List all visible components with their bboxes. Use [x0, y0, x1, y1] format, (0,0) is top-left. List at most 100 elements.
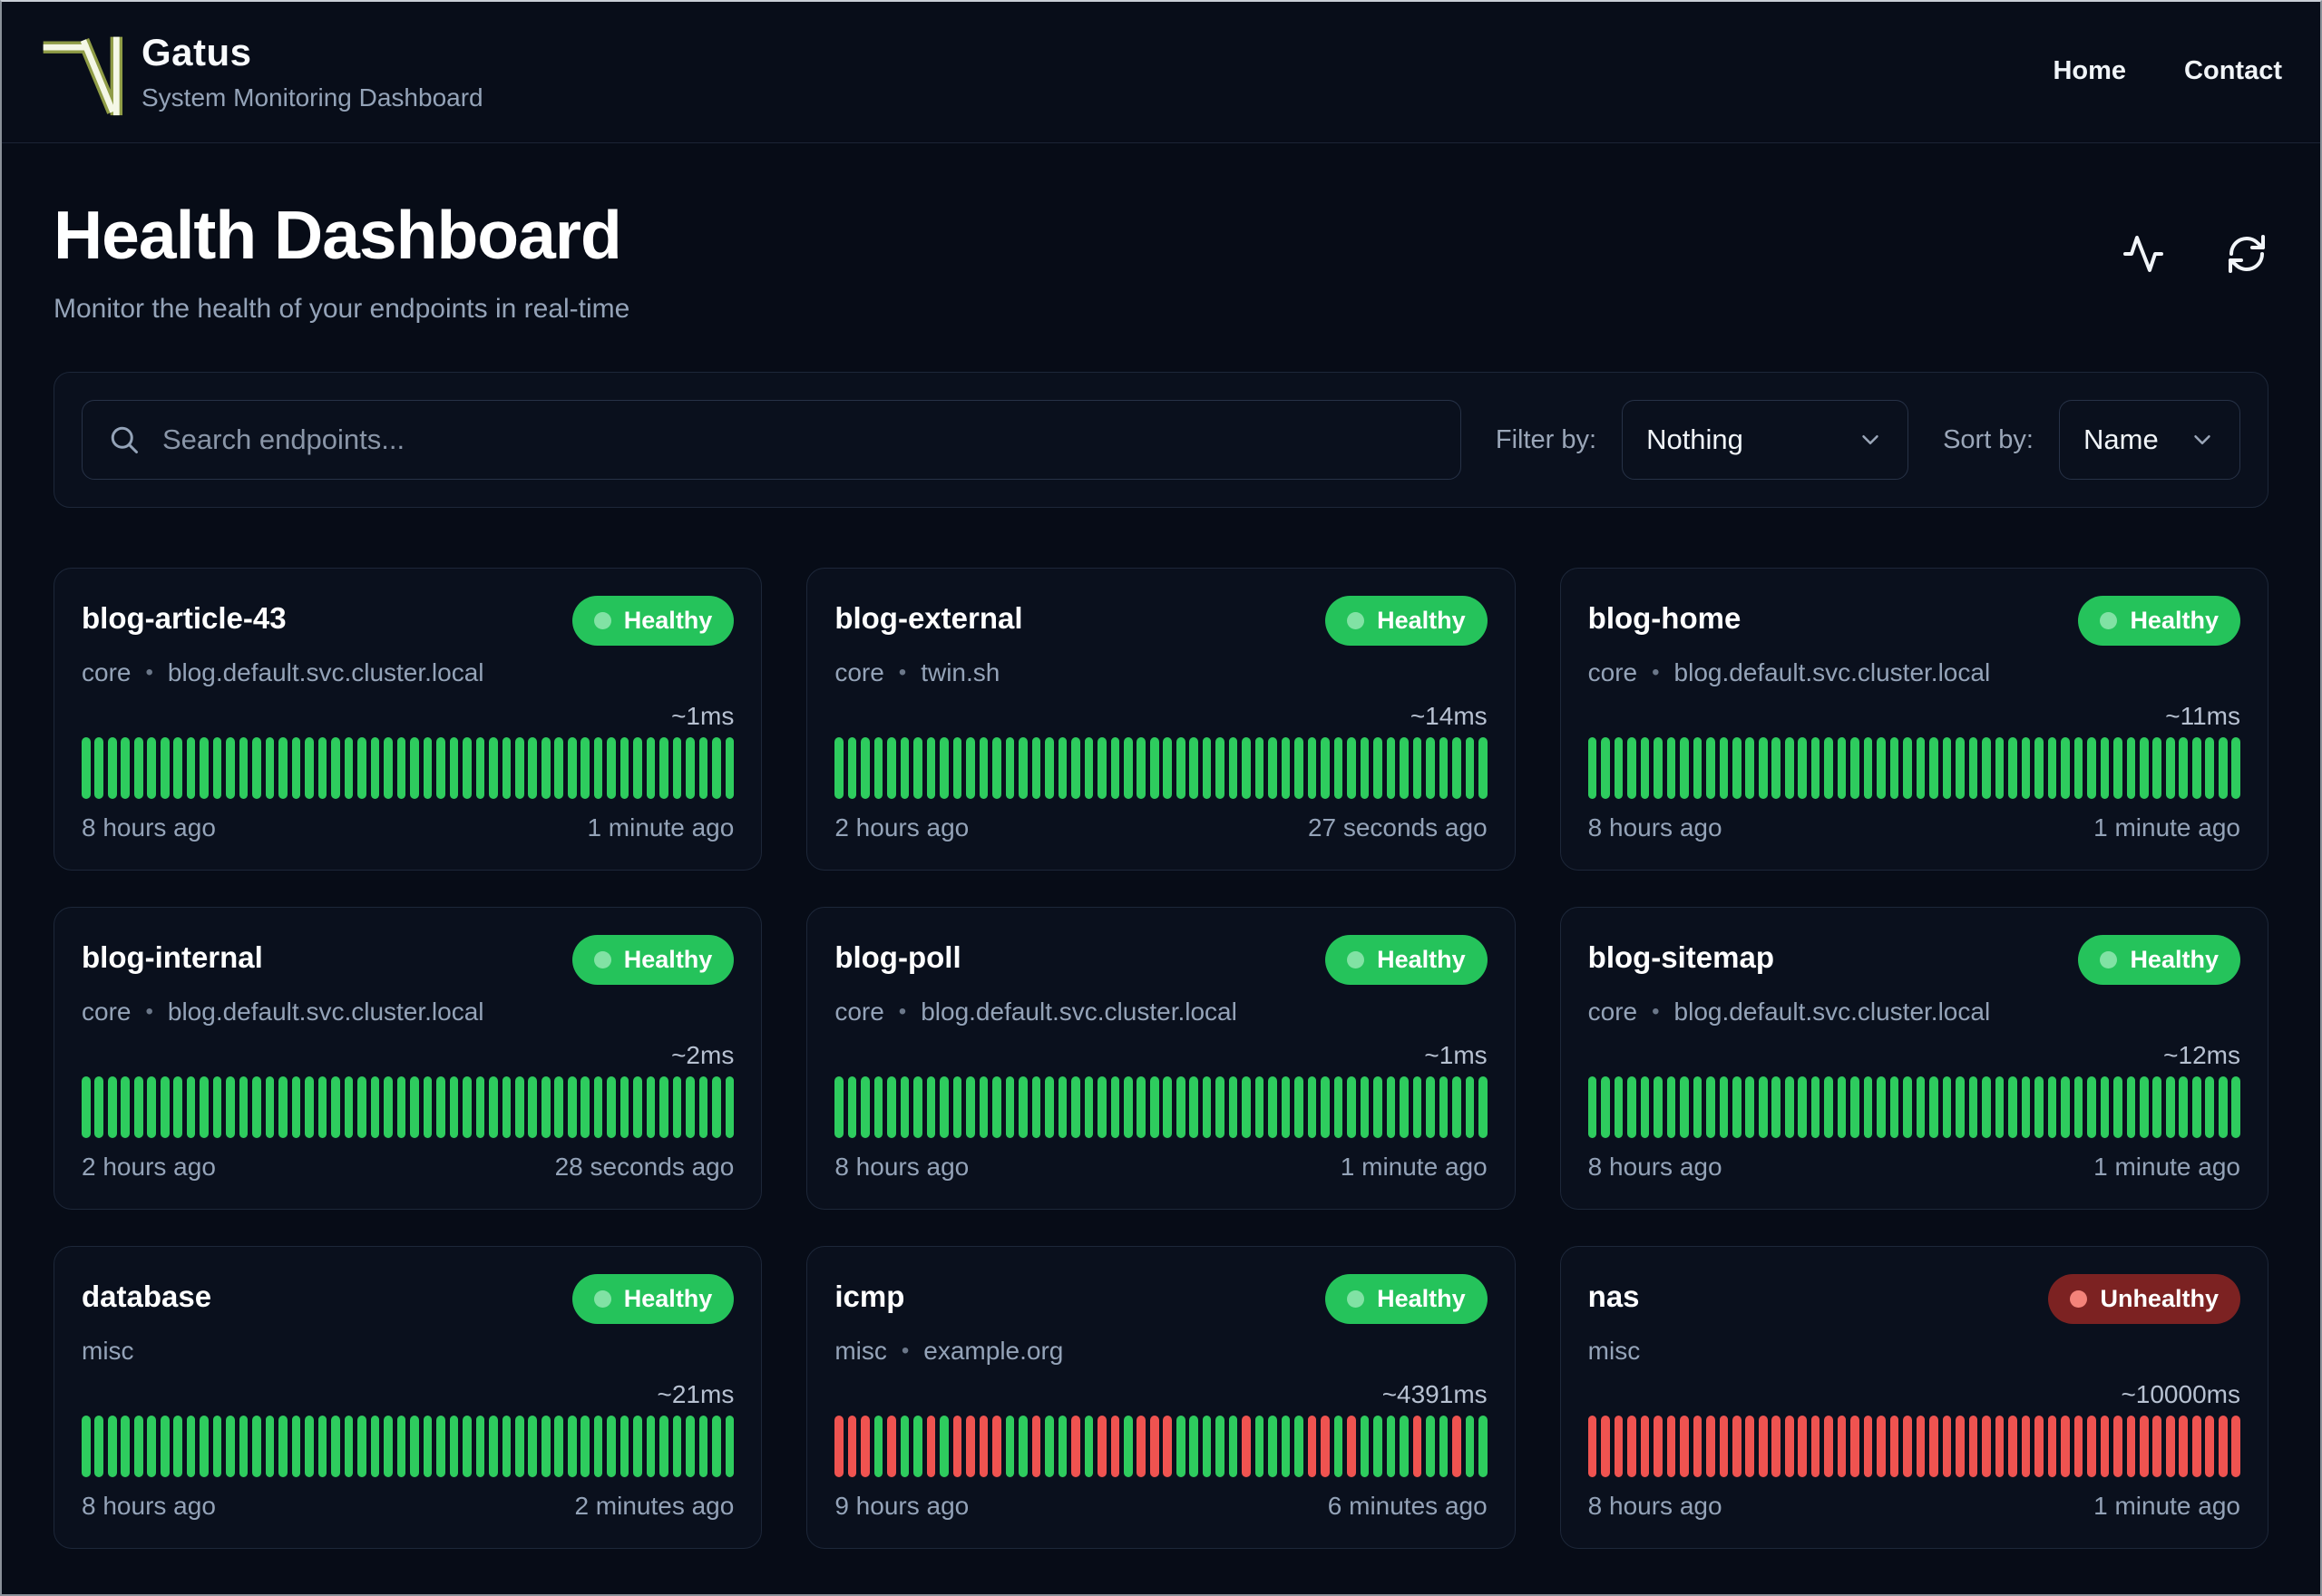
health-bar-up[interactable]: [1019, 1416, 1028, 1477]
health-bar-up[interactable]: [1149, 1076, 1159, 1138]
health-bar-up[interactable]: [1373, 1076, 1382, 1138]
health-bar-up[interactable]: [567, 1416, 577, 1477]
health-bar-up[interactable]: [686, 1076, 695, 1138]
health-bar-up[interactable]: [2113, 737, 2122, 799]
health-bar-up[interactable]: [1058, 1076, 1068, 1138]
health-bar-up[interactable]: [554, 737, 564, 799]
health-bar-up[interactable]: [620, 737, 629, 799]
health-bar-down[interactable]: [1889, 1416, 1899, 1477]
health-bar-up[interactable]: [384, 1416, 393, 1477]
health-bar-up[interactable]: [1478, 737, 1488, 799]
search-input[interactable]: [161, 423, 1435, 457]
health-bar-up[interactable]: [1452, 1076, 1461, 1138]
health-bar-up[interactable]: [436, 1416, 445, 1477]
health-bar-up[interactable]: [2179, 737, 2189, 799]
health-bar-up[interactable]: [1189, 737, 1198, 799]
health-bar-up[interactable]: [1005, 1416, 1015, 1477]
health-bar-up[interactable]: [1360, 1416, 1370, 1477]
health-bar-down[interactable]: [2034, 1416, 2044, 1477]
health-bar-up[interactable]: [607, 1076, 616, 1138]
health-bar-up[interactable]: [1824, 1076, 1833, 1138]
health-bar-up[interactable]: [926, 737, 936, 799]
health-bar-down[interactable]: [1693, 1416, 1702, 1477]
health-bar-up[interactable]: [1654, 1076, 1663, 1138]
health-bar-up[interactable]: [1400, 737, 1409, 799]
health-bar-up[interactable]: [593, 737, 603, 799]
health-bar-down[interactable]: [1640, 1416, 1650, 1477]
endpoint-card-nas[interactable]: nas Unhealthy misc ~10000ms 8 hours ago …: [1559, 1246, 2268, 1549]
health-bar-up[interactable]: [2152, 1076, 2162, 1138]
health-bar-up[interactable]: [1465, 1076, 1475, 1138]
health-bar-down[interactable]: [1798, 1416, 1807, 1477]
health-bar-up[interactable]: [1478, 1076, 1488, 1138]
health-bar-up[interactable]: [1587, 737, 1597, 799]
health-bar-up[interactable]: [226, 1076, 235, 1138]
health-bar-up[interactable]: [2218, 737, 2228, 799]
health-bar-down[interactable]: [1837, 1416, 1847, 1477]
health-bar-up[interactable]: [1916, 737, 1926, 799]
health-bar-up[interactable]: [1163, 737, 1173, 799]
health-bar-up[interactable]: [200, 1076, 209, 1138]
health-bar-up[interactable]: [2034, 737, 2044, 799]
health-bar-down[interactable]: [1137, 1416, 1146, 1477]
health-bar-up[interactable]: [410, 737, 419, 799]
health-bar-up[interactable]: [94, 737, 104, 799]
health-bar-up[interactable]: [331, 737, 340, 799]
health-bar-up[interactable]: [659, 737, 668, 799]
health-bar-up[interactable]: [913, 737, 922, 799]
health-bar-up[interactable]: [1666, 737, 1676, 799]
health-bar-up[interactable]: [291, 1416, 301, 1477]
health-bar-up[interactable]: [1929, 737, 1938, 799]
health-bar-up[interactable]: [2021, 737, 2031, 799]
health-bar-up[interactable]: [2008, 1076, 2017, 1138]
health-bar-up[interactable]: [1137, 1076, 1146, 1138]
health-bar-up[interactable]: [1176, 737, 1185, 799]
health-bar-up[interactable]: [567, 1076, 577, 1138]
health-bar-up[interactable]: [396, 737, 406, 799]
health-bar-up[interactable]: [1877, 737, 1886, 799]
health-bar-up[interactable]: [1202, 1076, 1212, 1138]
health-bar-up[interactable]: [1373, 1416, 1382, 1477]
endpoint-card-blog-poll[interactable]: blog-poll Healthy core • blog.default.sv…: [806, 907, 1516, 1210]
health-bar-down[interactable]: [2231, 1416, 2240, 1477]
health-bar-up[interactable]: [2205, 737, 2215, 799]
health-bar-up[interactable]: [2179, 1076, 2189, 1138]
health-bar-down[interactable]: [1307, 1416, 1317, 1477]
health-bar-up[interactable]: [1176, 1416, 1185, 1477]
health-bar-up[interactable]: [133, 1076, 143, 1138]
health-bar-up[interactable]: [2191, 1076, 2201, 1138]
health-bar-down[interactable]: [2008, 1416, 2017, 1477]
endpoint-card-blog-internal[interactable]: blog-internal Healthy core • blog.defaul…: [54, 907, 763, 1210]
health-bar-up[interactable]: [1452, 737, 1461, 799]
health-bar-up[interactable]: [1654, 737, 1663, 799]
health-bar-up[interactable]: [712, 1076, 721, 1138]
health-bar-up[interactable]: [1058, 1416, 1068, 1477]
health-bar-up[interactable]: [1254, 737, 1264, 799]
health-bar-up[interactable]: [147, 1076, 157, 1138]
health-bar-up[interactable]: [2165, 1076, 2175, 1138]
health-bar-up[interactable]: [952, 737, 962, 799]
health-bar-up[interactable]: [160, 1076, 170, 1138]
health-bar-up[interactable]: [1982, 1076, 1991, 1138]
health-bar-up[interactable]: [514, 1416, 524, 1477]
health-bar-up[interactable]: [252, 737, 261, 799]
health-bar-up[interactable]: [82, 737, 91, 799]
health-bar-up[interactable]: [1889, 1076, 1899, 1138]
health-bar-up[interactable]: [698, 737, 708, 799]
health-bar-down[interactable]: [1877, 1416, 1886, 1477]
health-bar-down[interactable]: [834, 1416, 844, 1477]
health-bar-down[interactable]: [1149, 1416, 1159, 1477]
health-bar-up[interactable]: [475, 737, 485, 799]
health-bar-up[interactable]: [502, 1416, 512, 1477]
health-bar-up[interactable]: [541, 1076, 551, 1138]
health-bar-up[interactable]: [1360, 1076, 1370, 1138]
health-bar-up[interactable]: [121, 1416, 131, 1477]
health-bar-up[interactable]: [1587, 1076, 1597, 1138]
health-bar-up[interactable]: [1268, 1416, 1277, 1477]
health-bar-up[interactable]: [1333, 1416, 1343, 1477]
health-bar-up[interactable]: [200, 737, 209, 799]
endpoint-card-blog-home[interactable]: blog-home Healthy core • blog.default.sv…: [1559, 568, 2268, 871]
health-bar-up[interactable]: [1281, 1076, 1291, 1138]
health-bar-up[interactable]: [1321, 1076, 1330, 1138]
health-bar-up[interactable]: [186, 1076, 196, 1138]
